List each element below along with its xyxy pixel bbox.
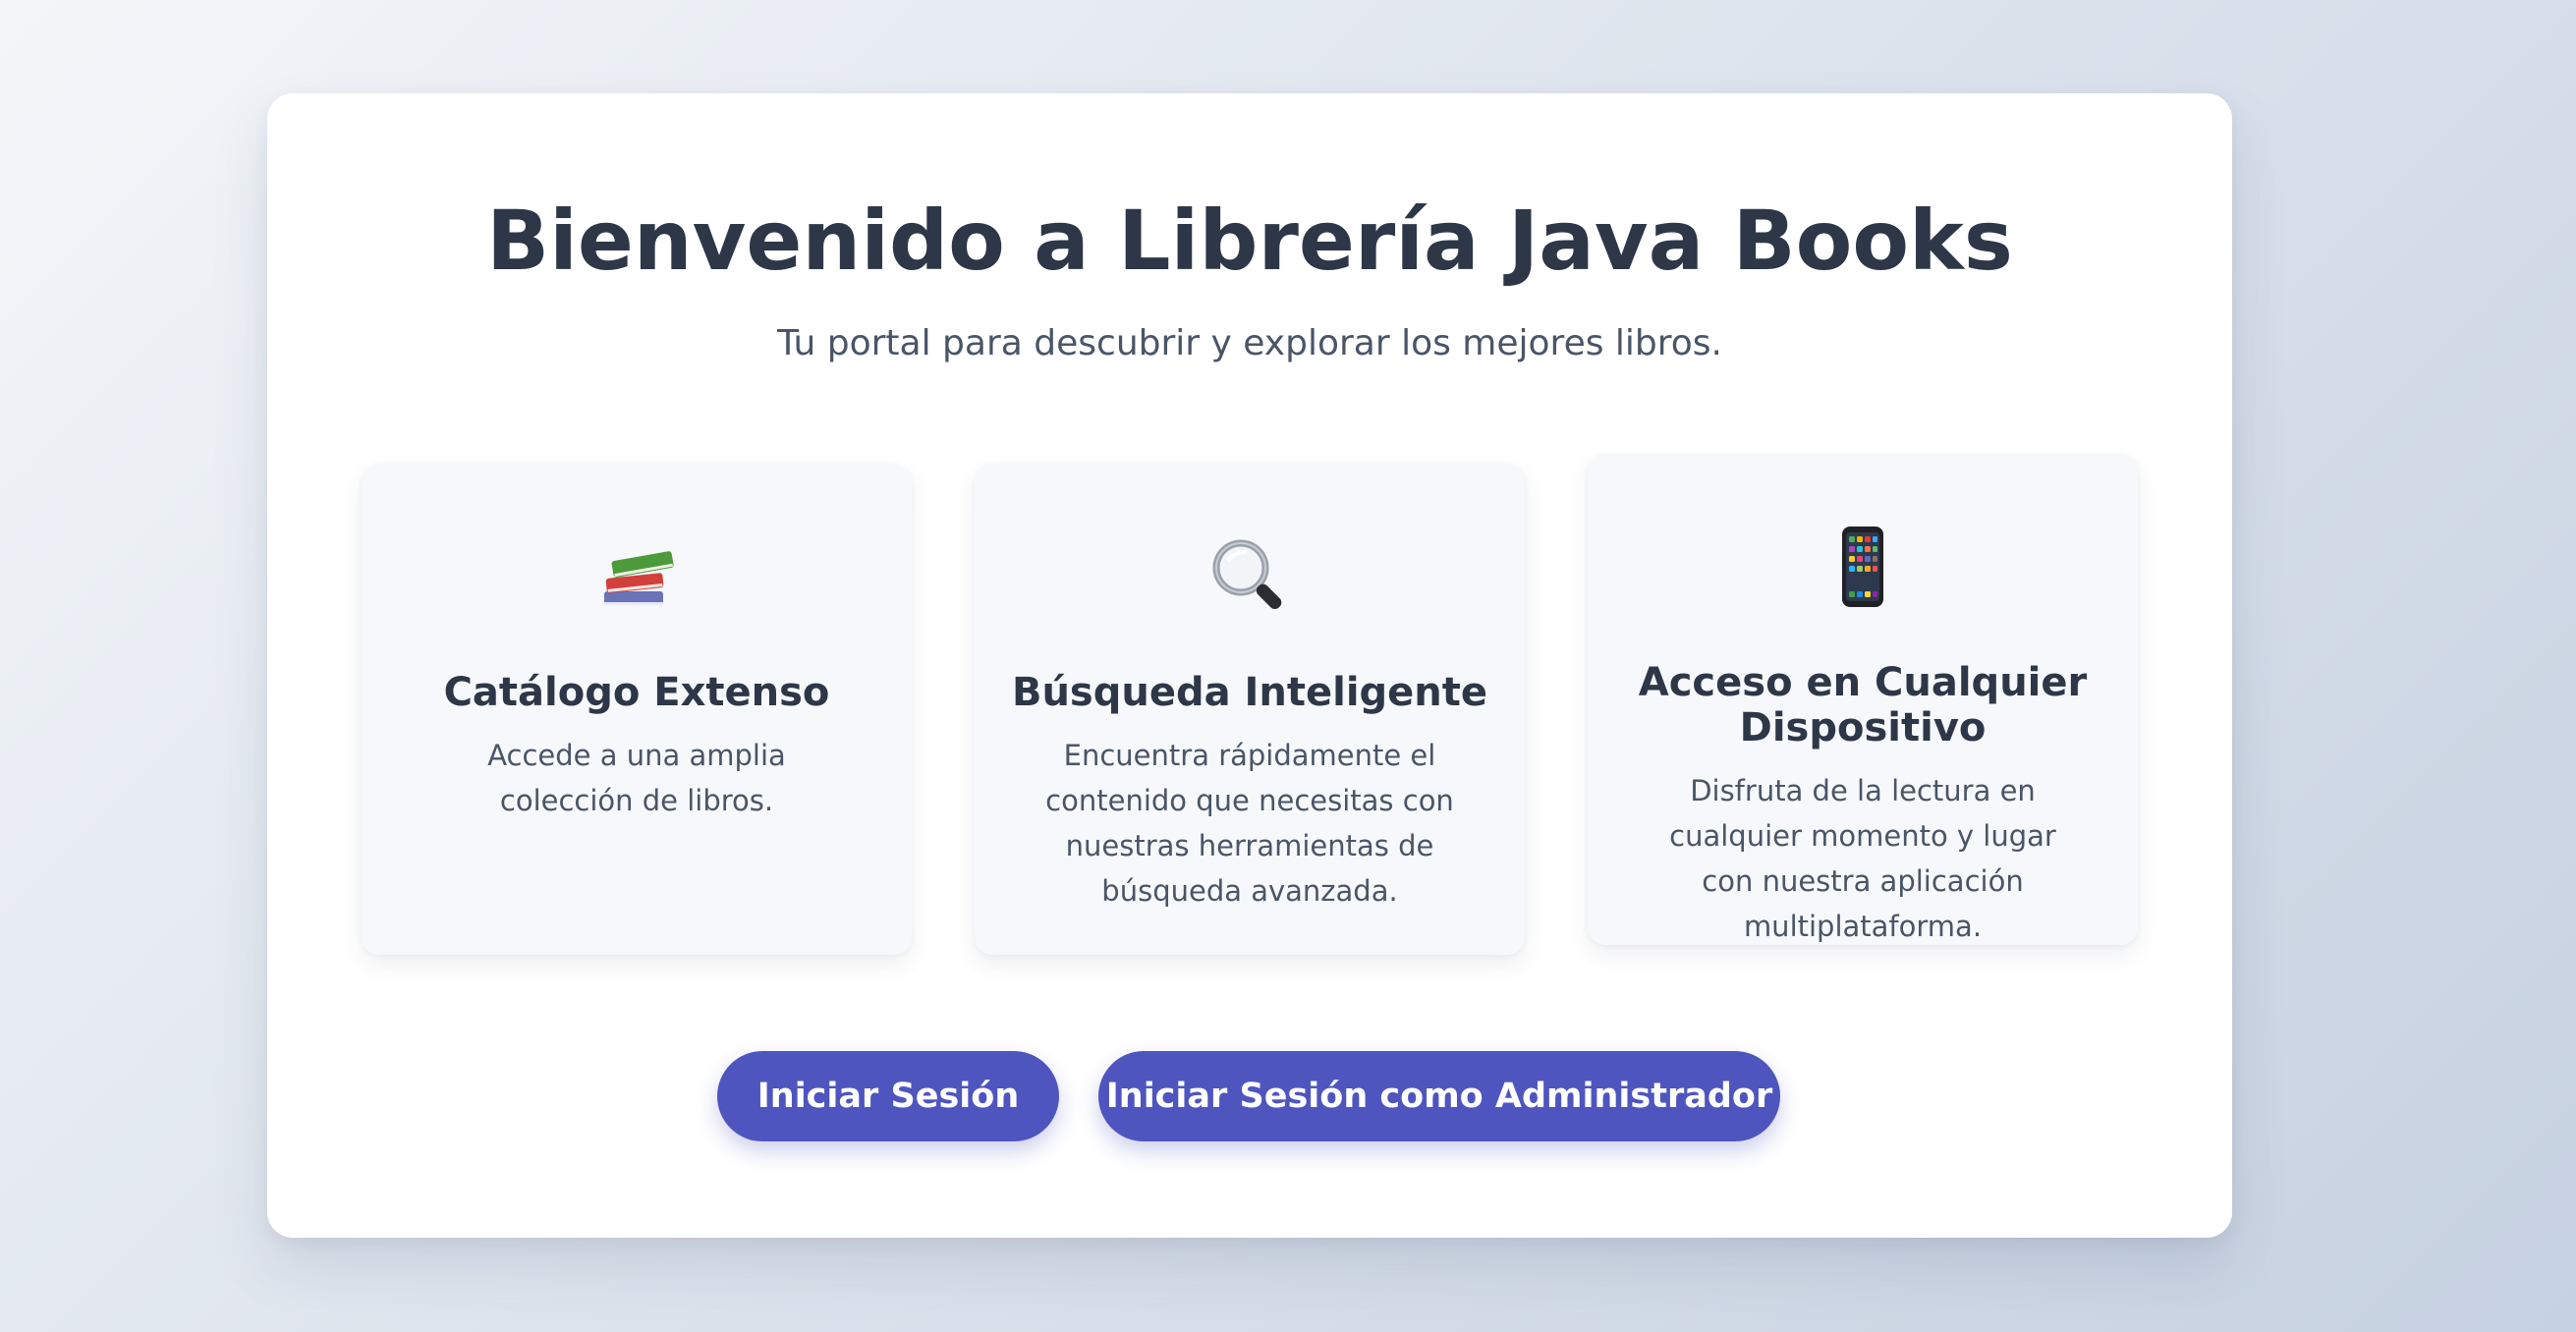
feature-title: Catálogo Extenso: [443, 670, 830, 715]
magnifier-icon: [1212, 539, 1282, 610]
books-icon: [604, 551, 674, 605]
feature-description: Disfruta de la lectura en cualquier mome…: [1669, 774, 2056, 943]
feature-description: Accede a una amplia colección de libros.: [487, 739, 786, 817]
feature-title: Búsqueda Inteligente: [1011, 670, 1488, 715]
feature-title: Acceso en Cualquier Dispositivo: [1638, 660, 2088, 750]
smartphone-icon: [1842, 527, 1883, 607]
page-subtitle: Tu portal para descubrir y explorar los …: [776, 323, 1723, 363]
admin-login-button[interactable]: Iniciar Sesión como Administrador: [1098, 1051, 1780, 1141]
page-title: Bienvenido a Librería Java Books: [486, 193, 2013, 289]
login-button[interactable]: Iniciar Sesión: [717, 1051, 1059, 1141]
welcome-panel: Bienvenido a Librería Java Books Tu port…: [267, 93, 2232, 1238]
feature-card-catalog: Catálogo Extenso Accede a una amplia col…: [362, 464, 912, 955]
feature-card-devices: Acceso en Cualquier Dispositivo Disfruta…: [1588, 454, 2138, 945]
feature-card-search: Búsqueda Inteligente Encuentra rápidamen…: [975, 464, 1525, 955]
feature-description: Encuentra rápidamente el contenido que n…: [1045, 739, 1454, 908]
